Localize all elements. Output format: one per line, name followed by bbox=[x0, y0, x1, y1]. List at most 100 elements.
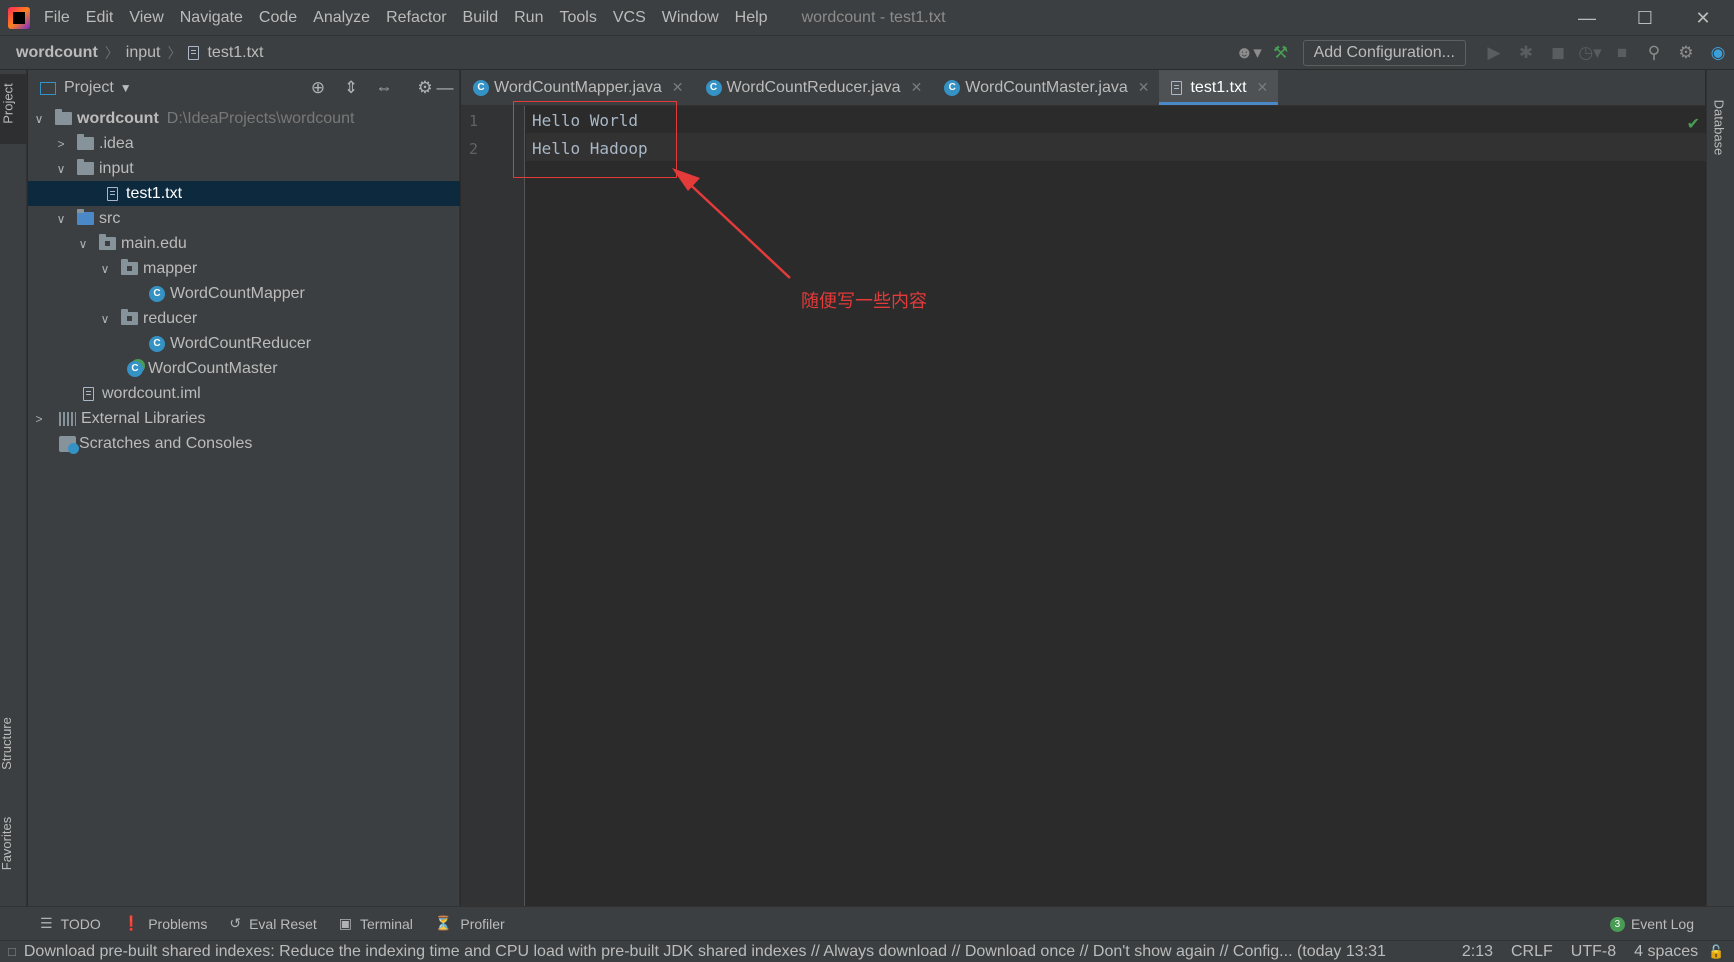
close-icon[interactable]: ✕ bbox=[1257, 79, 1269, 96]
close-icon[interactable]: ✕ bbox=[911, 79, 923, 96]
expand-all-icon[interactable]: ⇕ bbox=[336, 70, 366, 106]
tree-item-label: wordcount bbox=[77, 109, 159, 127]
tree-item-wordcountmapper[interactable]: C WordCountMapper bbox=[28, 281, 460, 306]
tree-item-external-libraries[interactable]: > External Libraries bbox=[28, 406, 460, 431]
profiler-tool-button[interactable]: ⏳ Profiler bbox=[435, 915, 505, 932]
tree-item-project-root[interactable]: ∨ wordcount D:\IdeaProjects\wordcount bbox=[28, 106, 460, 131]
minimize-button[interactable]: — bbox=[1558, 0, 1616, 36]
chevron-right-icon[interactable]: > bbox=[33, 412, 45, 426]
menu-navigate[interactable]: Navigate bbox=[180, 9, 243, 27]
breadcrumb-project[interactable]: wordcount bbox=[16, 44, 98, 62]
debug-icon[interactable]: ✱ bbox=[1510, 36, 1542, 70]
profile-icon[interactable]: ◷▾ bbox=[1574, 36, 1606, 70]
menu-run[interactable]: Run bbox=[514, 9, 543, 27]
tree-item-wordcountreducer[interactable]: C WordCountReducer bbox=[28, 331, 460, 356]
warning-circle-icon: ❗ bbox=[122, 915, 141, 931]
line-separator[interactable]: CRLF bbox=[1511, 943, 1553, 961]
run-icon[interactable]: ▶ bbox=[1478, 36, 1510, 70]
structure-tool-tab[interactable]: Structure bbox=[0, 706, 27, 796]
tree-item-main-edu[interactable]: ∨ main.edu bbox=[28, 231, 460, 256]
coverage-icon[interactable]: ◼ bbox=[1542, 36, 1574, 70]
event-log-tool-button[interactable]: 3 Event Log bbox=[1609, 907, 1694, 941]
database-tool-tab[interactable]: Database bbox=[1707, 76, 1734, 166]
tab-test1-txt[interactable]: test1.txt ✕ bbox=[1159, 70, 1279, 105]
database-tool-label: Database bbox=[1711, 99, 1727, 156]
tree-item-label: External Libraries bbox=[81, 409, 206, 427]
close-icon[interactable]: ✕ bbox=[672, 79, 684, 96]
menu-file[interactable]: File bbox=[44, 9, 70, 27]
build-hammer-icon[interactable]: ⚒ bbox=[1265, 36, 1297, 70]
tree-item-wordcount-iml[interactable]: wordcount.iml bbox=[28, 381, 460, 406]
annotation-highlight-box bbox=[513, 101, 677, 178]
chevron-down-icon[interactable]: ∨ bbox=[33, 112, 45, 126]
java-class-icon: C bbox=[705, 79, 722, 96]
editor-text-area[interactable]: Hello World Hello Hadoop ✔ bbox=[526, 106, 1706, 906]
menu-code[interactable]: Code bbox=[259, 9, 297, 27]
project-panel-title: Project bbox=[64, 79, 114, 96]
breadcrumb-input[interactable]: input bbox=[126, 44, 161, 62]
status-message[interactable]: Download pre-built shared indexes: Reduc… bbox=[24, 943, 1444, 961]
add-configuration-button[interactable]: Add Configuration... bbox=[1302, 40, 1466, 66]
tree-item-mapper[interactable]: ∨ mapper bbox=[28, 256, 460, 281]
file-encoding[interactable]: UTF-8 bbox=[1571, 943, 1616, 961]
tree-item-scratches[interactable]: Scratches and Consoles bbox=[28, 431, 460, 456]
todo-tool-button[interactable]: ☰ TODO bbox=[40, 915, 101, 932]
menu-edit[interactable]: Edit bbox=[86, 9, 114, 27]
chevron-down-icon[interactable]: ∨ bbox=[55, 212, 67, 226]
eval-reset-tool-button[interactable]: ↺ Eval Reset bbox=[229, 915, 316, 932]
project-view-selector[interactable]: Project ▼ bbox=[40, 79, 132, 97]
favorites-tool-tab[interactable]: Favorites bbox=[0, 806, 27, 896]
project-panel-header: Project ▼ ⊕ ⇕ ⇔ ⚙ — bbox=[28, 70, 459, 106]
hide-panel-icon[interactable]: — bbox=[430, 70, 460, 106]
left-tool-stripe: Project Structure Favorites bbox=[0, 70, 27, 906]
menu-analyze[interactable]: Analyze bbox=[313, 9, 370, 27]
tree-item-reducer[interactable]: ∨ reducer bbox=[28, 306, 460, 331]
chevron-down-icon[interactable]: ∨ bbox=[55, 162, 67, 176]
menu-help[interactable]: Help bbox=[735, 9, 768, 27]
project-path-label: D:\IdeaProjects\wordcount bbox=[166, 109, 355, 127]
tree-item-src[interactable]: ∨ src bbox=[28, 206, 460, 231]
locate-file-icon[interactable]: ⊕ bbox=[303, 70, 333, 106]
tree-item-label: Scratches and Consoles bbox=[79, 434, 253, 452]
tree-item-idea[interactable]: > .idea bbox=[28, 131, 460, 156]
breadcrumb-file[interactable]: test1.txt bbox=[207, 44, 263, 62]
stop-icon[interactable]: ■ bbox=[1606, 36, 1638, 70]
tab-wordcountreducer[interactable]: C WordCountReducer.java ✕ bbox=[694, 70, 933, 105]
menu-vcs[interactable]: VCS bbox=[613, 9, 646, 27]
close-window-button[interactable]: ✕ bbox=[1674, 0, 1732, 36]
close-icon[interactable]: ✕ bbox=[1138, 79, 1150, 96]
tab-wordcountmaster[interactable]: C WordCountMaster.java ✕ bbox=[932, 70, 1159, 105]
menu-build[interactable]: Build bbox=[463, 9, 499, 27]
tab-label: WordCountMaster.java bbox=[965, 78, 1128, 96]
menu-view[interactable]: View bbox=[129, 9, 163, 27]
todo-label: TODO bbox=[60, 915, 101, 932]
menu-tools[interactable]: Tools bbox=[559, 9, 596, 27]
menu-window[interactable]: Window bbox=[662, 9, 719, 27]
jetbrains-toolbox-icon[interactable]: ◉ bbox=[1702, 36, 1734, 70]
tree-item-test1-txt[interactable]: test1.txt bbox=[28, 181, 460, 206]
collapse-all-icon[interactable]: ⇔ bbox=[369, 70, 399, 106]
search-icon[interactable]: ⚲ bbox=[1638, 36, 1670, 70]
tree-item-label: WordCountReducer bbox=[170, 334, 312, 352]
chevron-down-icon[interactable]: ∨ bbox=[77, 237, 89, 251]
favorites-tool-label: Favorites bbox=[0, 816, 15, 871]
terminal-tool-button[interactable]: ▣ Terminal bbox=[339, 915, 413, 932]
tree-item-input[interactable]: ∨ input bbox=[28, 156, 460, 181]
menu-refactor[interactable]: Refactor bbox=[386, 9, 446, 27]
tab-wordcountmapper[interactable]: C WordCountMapper.java ✕ bbox=[461, 70, 694, 105]
lock-icon[interactable]: 🔓 bbox=[1708, 944, 1724, 960]
chevron-down-icon[interactable]: ∨ bbox=[99, 312, 111, 326]
caret-position[interactable]: 2:13 bbox=[1462, 943, 1493, 961]
chevron-down-icon[interactable]: ∨ bbox=[99, 262, 111, 276]
maximize-button[interactable]: ☐ bbox=[1616, 0, 1674, 36]
indent-setting[interactable]: 4 spaces bbox=[1634, 943, 1698, 961]
project-tool-tab[interactable]: Project bbox=[0, 74, 27, 144]
toggle-tool-windows-icon[interactable]: □ bbox=[8, 944, 16, 959]
user-dropdown-icon[interactable]: ☻▾ bbox=[1233, 36, 1265, 70]
line-number: 1 bbox=[469, 112, 479, 130]
tree-item-wordcountmaster[interactable]: C WordCountMaster bbox=[28, 356, 460, 381]
tree-item-label: test1.txt bbox=[126, 184, 183, 202]
chevron-right-icon[interactable]: > bbox=[55, 137, 67, 151]
settings-gear-icon[interactable]: ⚙ bbox=[1670, 36, 1702, 70]
problems-tool-button[interactable]: ❗ Problems bbox=[123, 915, 208, 932]
